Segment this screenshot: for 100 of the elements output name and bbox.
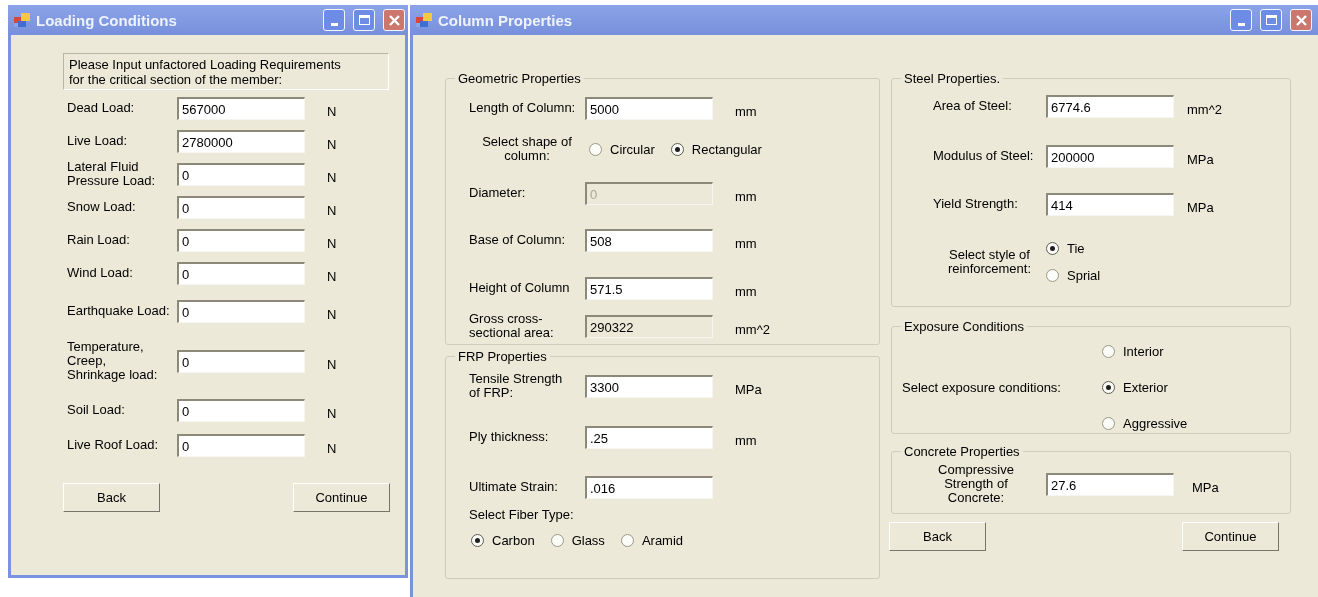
radio-button[interactable] <box>670 142 684 156</box>
minimize-button[interactable] <box>1230 9 1252 31</box>
input-field[interactable]: 567000 <box>177 96 305 120</box>
radio-button[interactable] <box>1102 381 1115 394</box>
input-field[interactable]: 27.6 <box>1046 472 1174 496</box>
field-label: Wind Load: <box>67 266 134 280</box>
window-title: Column Properties <box>438 11 574 29</box>
radio-button[interactable] <box>1046 269 1059 282</box>
maximize-icon <box>358 15 370 25</box>
close-button[interactable] <box>383 9 405 31</box>
input-field[interactable]: 2780000 <box>177 129 305 153</box>
input-field[interactable]: 0 <box>177 398 305 422</box>
option-label[interactable]: Tie <box>1067 241 1085 256</box>
field-label: Area of Steel: <box>933 99 1013 113</box>
close-icon <box>387 13 401 27</box>
maximize-button[interactable] <box>1260 9 1282 31</box>
minimize-icon <box>330 23 338 26</box>
unit-label: MPa <box>1187 199 1214 215</box>
unit-label: N <box>327 202 337 218</box>
option-label[interactable]: Aramid <box>641 533 684 548</box>
input-field[interactable]: 0 <box>177 228 305 252</box>
unit-label: N <box>327 306 337 322</box>
field-label: Base of Column: <box>469 233 567 247</box>
input-field[interactable]: 571.5 <box>585 276 713 300</box>
option-label[interactable]: Interior <box>1123 344 1164 359</box>
app-icon <box>14 12 30 28</box>
input-field[interactable]: 6774.6 <box>1046 94 1174 118</box>
unit-label: N <box>327 356 337 372</box>
input-field[interactable]: .25 <box>585 425 713 449</box>
field-label: Dead Load: <box>67 101 136 115</box>
field-label: Soil Load: <box>67 403 126 417</box>
radio-button[interactable] <box>589 142 602 156</box>
unit-label: mm^2 <box>735 321 770 337</box>
group-title: Geometric Properties <box>457 71 582 86</box>
radio-button[interactable] <box>620 534 634 547</box>
close-button[interactable] <box>1290 9 1312 31</box>
field-label: Diameter: <box>469 186 527 200</box>
radio-button[interactable] <box>1046 242 1059 255</box>
group-title: FRP Properties <box>457 349 548 364</box>
field-label: Modulus of Steel: <box>933 149 1035 163</box>
minimize-icon <box>1237 23 1245 26</box>
radio-button[interactable] <box>1102 417 1115 430</box>
maximize-button[interactable] <box>353 9 375 31</box>
unit-label: N <box>327 440 337 456</box>
unit-label: mm <box>735 432 757 448</box>
push-button[interactable]: Back <box>63 483 160 512</box>
field-label: Compressive Strength of Concrete: <box>937 463 1015 505</box>
unit-label: mm <box>735 283 757 299</box>
option-label[interactable]: Rectangular <box>691 141 762 157</box>
field-label: Lateral Fluid Pressure Load: <box>67 160 157 188</box>
unit-label: MPa <box>1192 479 1219 495</box>
field-label: Height of Column <box>469 281 571 295</box>
push-button[interactable]: Back <box>889 522 986 551</box>
input-field[interactable]: 5000 <box>585 96 713 120</box>
unit-label: mm <box>735 103 757 119</box>
unit-label: N <box>327 235 337 251</box>
field-label: Length of Column: <box>469 101 577 115</box>
field-label: Live Roof Load: <box>67 438 160 452</box>
input-field[interactable]: 0 <box>177 349 305 373</box>
field-label: Select shape of column: <box>481 135 573 163</box>
minimize-button[interactable] <box>323 9 345 31</box>
app-icon <box>416 12 432 28</box>
field-label: Select exposure conditions: <box>902 380 1062 395</box>
unit-label: N <box>327 169 337 185</box>
input-field[interactable]: .016 <box>585 475 713 499</box>
option-label[interactable]: Exterior <box>1123 380 1168 395</box>
unit-label: N <box>327 136 337 152</box>
field-label: Temperature, Creep, Shrinkage load: <box>67 340 159 382</box>
close-icon <box>1294 13 1308 27</box>
input-field[interactable]: 414 <box>1046 192 1174 216</box>
unit-label: N <box>327 405 337 421</box>
unit-label: N <box>327 103 337 119</box>
radio-button[interactable] <box>471 534 484 547</box>
radio-button[interactable] <box>550 534 564 547</box>
option-label[interactable]: Glass <box>571 533 605 548</box>
unit-label: MPa <box>735 381 762 397</box>
push-button[interactable]: Continue <box>293 483 390 512</box>
field-label: Gross cross- sectional area: <box>469 312 555 340</box>
option-label[interactable]: Carbon <box>492 533 535 548</box>
input-field[interactable]: 0 <box>177 433 305 457</box>
push-button[interactable]: Continue <box>1182 522 1279 551</box>
unit-label: mm <box>735 235 757 251</box>
input-field[interactable]: 0 <box>177 299 305 323</box>
input-field[interactable]: 508 <box>585 228 713 252</box>
unit-label: N <box>327 268 337 284</box>
input-field[interactable]: 200000 <box>1046 144 1174 168</box>
option-label[interactable]: Aggressive <box>1123 416 1188 431</box>
field-label: Rain Load: <box>67 233 131 247</box>
radio-button[interactable] <box>1102 345 1115 358</box>
input-field[interactable]: 0 <box>177 162 305 186</box>
field-label: Ply thickness: <box>469 430 550 444</box>
input-field[interactable]: 3300 <box>585 374 713 398</box>
option-label[interactable]: Circular <box>610 141 655 157</box>
field-label: Live Load: <box>67 134 128 148</box>
input-field[interactable]: 0 <box>177 195 305 219</box>
field-label: Select style of reinforcement: <box>946 248 1033 276</box>
option-label[interactable]: Sprial <box>1067 268 1101 283</box>
input-field[interactable]: 0 <box>177 261 305 285</box>
input-field[interactable]: 290322 <box>585 314 713 338</box>
group-title: Concrete Properties <box>903 444 1021 459</box>
